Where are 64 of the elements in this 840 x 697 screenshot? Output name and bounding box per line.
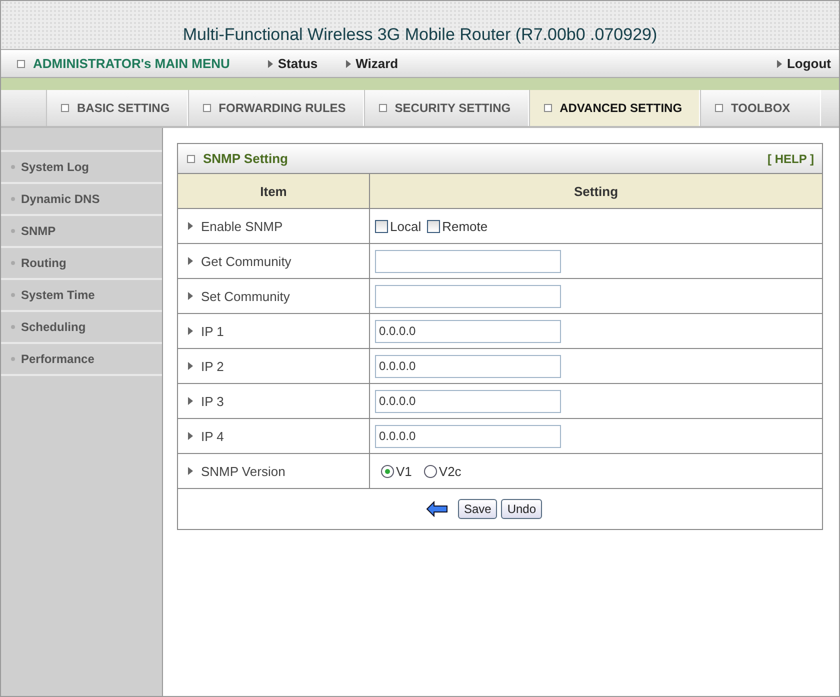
column-header: Item xyxy=(178,174,370,209)
sidebar-item[interactable]: Dynamic DNS xyxy=(1,182,162,214)
row-label: SNMP Version xyxy=(178,454,370,489)
nav-tab[interactable]: ADVANCED SETTING xyxy=(528,90,700,126)
column-header: Setting xyxy=(370,174,822,209)
checkbox[interactable] xyxy=(375,220,388,232)
row-label: IP 4 xyxy=(178,419,370,454)
page-title: Multi-Functional Wireless 3G Mobile Router (R7.00b0 .070929) xyxy=(182,25,658,45)
row-label: Enable SNMP xyxy=(178,209,370,244)
action-button[interactable]: Undo xyxy=(501,499,542,519)
nav-tab[interactable]: TOOLBOX xyxy=(700,90,822,126)
row-label: IP 2 xyxy=(178,349,370,384)
square-icon xyxy=(544,104,552,112)
checkbox-label: Local xyxy=(390,218,422,234)
arrow-pointer-icon xyxy=(426,501,448,517)
row-label: IP 3 xyxy=(178,384,370,419)
square-icon xyxy=(187,154,195,162)
triangle-icon xyxy=(188,292,193,300)
text-field[interactable]: 0.0.0.0 xyxy=(375,354,561,378)
radio-label: V1 xyxy=(396,464,412,478)
nav-tab[interactable]: FORWARDING RULES xyxy=(188,90,364,126)
triangle-icon xyxy=(188,397,193,405)
checkbox-label: Remote xyxy=(442,218,488,234)
triangle-icon xyxy=(188,327,193,335)
triangle-icon xyxy=(188,257,193,265)
square-icon xyxy=(202,104,211,112)
square-icon xyxy=(17,60,25,68)
checkbox[interactable] xyxy=(427,220,440,232)
triangle-icon xyxy=(188,362,193,370)
triangle-icon xyxy=(268,60,273,68)
panel-title: SNMP Setting xyxy=(203,151,288,166)
row-label: Set Community xyxy=(178,279,370,314)
text-field[interactable]: 0.0.0.0 xyxy=(375,424,561,448)
radio-label: V2c xyxy=(438,464,462,478)
square-icon xyxy=(61,104,69,112)
row-label: Get Community xyxy=(178,244,370,279)
sidebar-item[interactable]: Scheduling xyxy=(1,310,162,342)
triangle-icon xyxy=(188,467,193,475)
text-field[interactable] xyxy=(375,284,561,308)
menu-link[interactable]: Wizard xyxy=(346,56,398,71)
action-button[interactable]: Save xyxy=(458,499,498,519)
text-field[interactable]: 0.0.0.0 xyxy=(375,320,561,342)
row-label: IP 1 xyxy=(178,314,370,349)
text-field[interactable]: 0.0.0.0 xyxy=(375,390,561,412)
text-field[interactable] xyxy=(375,250,561,272)
nav-tab[interactable]: SECURITY SETTING xyxy=(364,90,529,126)
triangle-icon xyxy=(188,222,193,230)
logout-link[interactable]: Logout xyxy=(776,56,831,71)
sidebar-item[interactable]: SNMP xyxy=(1,214,162,246)
radio-button[interactable] xyxy=(381,464,394,478)
triangle-icon xyxy=(776,60,782,68)
radio-button[interactable] xyxy=(424,464,437,478)
square-icon xyxy=(378,104,387,112)
sidebar-item[interactable]: Routing xyxy=(1,246,162,278)
triangle-icon xyxy=(346,60,351,68)
nav-tab[interactable]: BASIC SETTING xyxy=(46,90,188,126)
menu-link[interactable]: Status xyxy=(268,56,318,71)
triangle-icon xyxy=(188,432,193,440)
sidebar-item[interactable]: System Time xyxy=(1,278,162,310)
menu-title: ADMINISTRATOR's MAIN MENU xyxy=(33,56,230,71)
square-icon xyxy=(715,104,724,112)
sidebar-item[interactable]: Performance xyxy=(1,342,162,376)
sidebar-item[interactable]: System Log xyxy=(1,150,162,182)
help-link[interactable]: [ HELP ] xyxy=(768,152,814,166)
